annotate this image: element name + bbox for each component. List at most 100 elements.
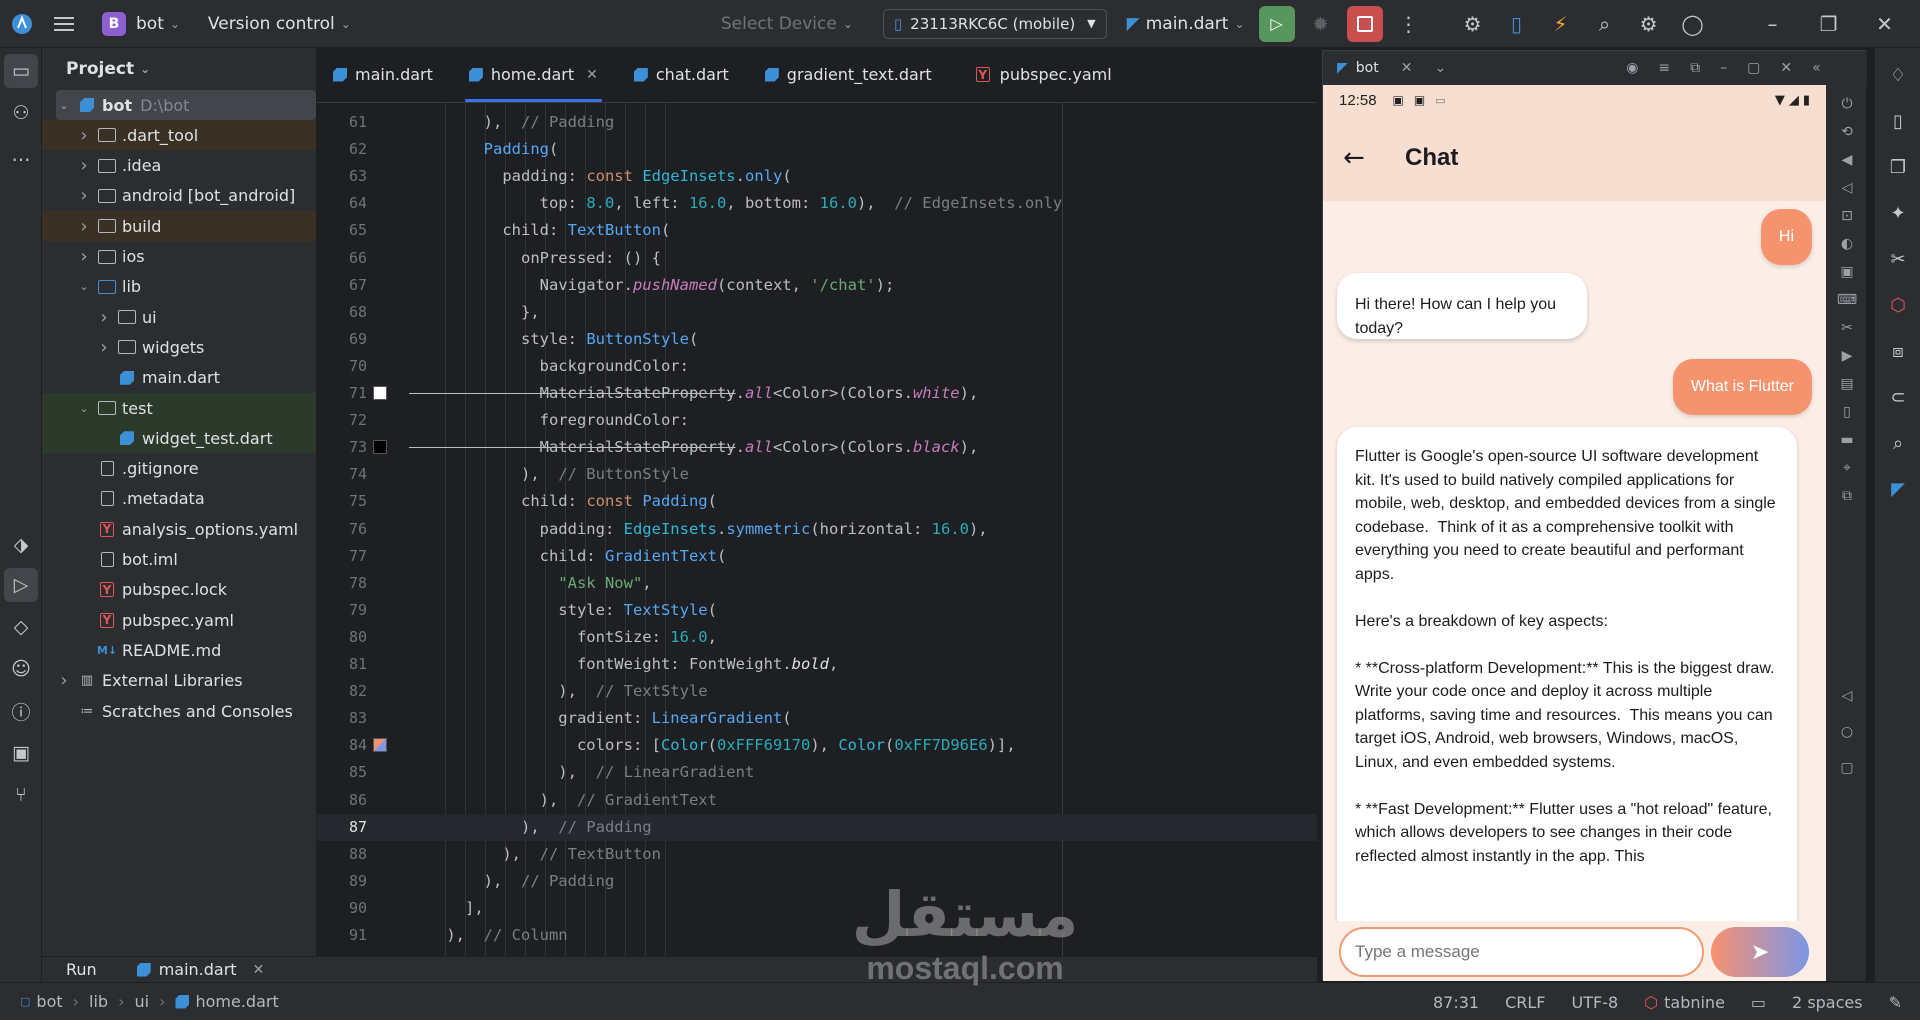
files-icon[interactable]: ▤ (1836, 373, 1858, 395)
volume-up-icon[interactable]: ◀ (1836, 149, 1858, 171)
tree-item[interactable]: .metadata (42, 484, 316, 514)
tree-item[interactable]: › .idea (42, 151, 316, 181)
select-device-menu[interactable]: Select Device ⌄ (711, 0, 863, 48)
code-line[interactable]: foregroundColor: (409, 407, 1317, 434)
code-line[interactable]: ), // TextButton (409, 841, 1317, 868)
code-line[interactable]: }, (409, 299, 1317, 326)
app-logo-icon[interactable] (0, 0, 44, 48)
minimize-icon[interactable]: – (1751, 0, 1795, 48)
indent-setting[interactable]: 2 spaces (1792, 993, 1863, 1012)
back-arrow-icon[interactable]: ← (1343, 143, 1373, 173)
video-icon[interactable]: ▶ (1836, 345, 1858, 367)
code-line[interactable]: "Ask Now", (409, 570, 1317, 597)
device-tab-label[interactable]: bot (1356, 60, 1379, 76)
code-area[interactable]: ), // Padding Padding( padding: const Ed… (409, 103, 1317, 982)
phone-frame-icon[interactable]: ▯ (1836, 401, 1858, 423)
project-folder-icon[interactable]: ▭ (4, 54, 38, 88)
panel-minimize-icon[interactable]: – (1720, 60, 1727, 76)
editor-tab[interactable]: gradient_text.dart (747, 48, 950, 102)
code-line[interactable]: Navigator.pushNamed(context, '/chat'); (409, 272, 1317, 299)
code-line[interactable]: child: GradientText( (409, 543, 1317, 570)
inspect-icon[interactable]: ⌕ (1883, 428, 1913, 458)
project-panel-header[interactable]: Project ⌄ (42, 48, 316, 90)
expand-right-icon[interactable]: › (76, 246, 92, 267)
device-manager-icon[interactable]: ▯ (1495, 0, 1539, 48)
chevron-down-icon[interactable]: ⌄ (1434, 60, 1446, 76)
tree-item[interactable]: Yanalysis_options.yaml (42, 514, 316, 544)
project-switcher[interactable]: B bot ⌄ (92, 0, 190, 48)
copy-icon[interactable]: ❐ (1883, 152, 1913, 182)
problems-icon[interactable]: ⓘ (4, 694, 38, 728)
stop-button[interactable] (1346, 5, 1383, 42)
breadcrumb-item[interactable]: lib (89, 992, 108, 1011)
emulator-icon[interactable]: ⧈ (1883, 336, 1913, 366)
code-line[interactable]: fontWeight: FontWeight.bold, (409, 651, 1317, 678)
panel-maximize-icon[interactable]: ▢ (1747, 60, 1760, 76)
tree-item[interactable]: › .dart_tool (42, 120, 316, 151)
options-icon[interactable]: ≡ (1658, 60, 1670, 76)
tree-item[interactable]: main.dart (42, 363, 316, 393)
code-line[interactable]: padding: EdgeInsets.symmetric(horizontal… (409, 516, 1317, 543)
run-config-tab[interactable]: main.dart (159, 960, 237, 979)
code-line[interactable]: ), // Padding (409, 109, 1317, 136)
color-swatch[interactable] (373, 386, 387, 400)
expand-right-icon[interactable]: › (96, 307, 112, 328)
tree-item[interactable]: › ▥ External Libraries (42, 666, 316, 696)
lock-icon[interactable]: ✎ (1889, 993, 1902, 1012)
phone-screen[interactable]: 12:58 ▣ ▣ ▭ ▼ ◢ ▮ ← Chat Hi Hi there! How… (1323, 85, 1826, 981)
tree-item[interactable]: › widgets (42, 332, 316, 362)
account-icon[interactable]: ◯ (1671, 0, 1715, 48)
tree-item[interactable]: › ios (42, 242, 316, 272)
tabnine-status[interactable]: ⬡ tabnine (1644, 993, 1725, 1012)
run-label[interactable]: Run (66, 960, 97, 979)
device-file-icon[interactable]: ▯ (1883, 106, 1913, 136)
tree-item[interactable]: › ui (42, 302, 316, 332)
close-tab-icon[interactable]: ✕ (1401, 60, 1413, 76)
code-line[interactable]: child: const Padding( (409, 488, 1317, 515)
code-line[interactable]: top: 8.0, left: 16.0, bottom: 16.0), // … (409, 190, 1317, 217)
tools-icon[interactable]: ✂ (1883, 244, 1913, 274)
message-input[interactable] (1339, 927, 1704, 977)
camera-icon[interactable]: ▣ (1836, 261, 1858, 283)
run-config-selector[interactable]: ◤ main.dart ⌄ (1117, 0, 1255, 48)
keyboard-toggle-icon[interactable]: ⌨ (1836, 289, 1858, 311)
code-line[interactable]: colors: [Color(0xFFF69170), Color(0xFF7D… (409, 732, 1317, 759)
resource-manager-icon[interactable]: ⬗ (4, 528, 38, 562)
editor-tab[interactable]: chat.dart (616, 48, 747, 102)
folder-icon[interactable]: ▬ (1836, 429, 1858, 451)
tree-item[interactable]: widget_test.dart (42, 423, 316, 454)
code-line[interactable]: ), // LinearGradient (409, 759, 1317, 786)
code-line[interactable]: MaterialStateProperty.all<Color>(Colors.… (409, 434, 1317, 461)
breadcrumb-item[interactable]: home.dart (195, 992, 278, 1011)
line-separator[interactable]: CRLF (1505, 993, 1545, 1012)
caret-position[interactable]: 87:31 (1433, 993, 1479, 1012)
bug-settings-icon[interactable]: ⚙ (1451, 0, 1495, 48)
location-icon[interactable]: ⌖ (1836, 457, 1858, 479)
editor-tab[interactable]: Ypubspec.yaml (958, 48, 1130, 102)
code-line[interactable]: style: ButtonStyle( (409, 326, 1317, 353)
tree-item[interactable]: ⌄ lib (42, 272, 316, 302)
snapshot-icon[interactable]: ⧉ (1836, 485, 1858, 507)
more-horizontal-icon[interactable]: … (4, 138, 38, 172)
close-run-tab-icon[interactable]: ✕ (253, 962, 265, 978)
editor-tab[interactable]: home.dart ✕ (451, 48, 616, 102)
device-selector[interactable]: ▯ 23113RKC6C (mobile) ▼ (882, 8, 1107, 39)
expand-right-icon[interactable]: › (76, 216, 92, 237)
send-button[interactable]: ➤ (1711, 927, 1809, 977)
tree-item[interactable]: bot.iml (42, 545, 316, 575)
run-tool-icon[interactable]: ▷ (4, 568, 38, 602)
expand-right-icon[interactable]: › (76, 155, 92, 176)
rotate-icon[interactable]: ⟲ (1836, 121, 1858, 143)
expand-right-icon[interactable]: › (76, 125, 92, 146)
code-line[interactable]: Padding( (409, 136, 1317, 163)
code-line[interactable]: MaterialStateProperty.all<Color>(Colors.… (409, 380, 1317, 407)
code-line[interactable]: padding: const EdgeInsets.only( (409, 163, 1317, 190)
tree-item[interactable]: › build (42, 211, 316, 242)
debug-icon[interactable]: ✹ (1299, 0, 1343, 48)
gem-icon[interactable]: ◇ (4, 610, 38, 644)
link-icon[interactable]: ⊂ (1883, 382, 1913, 412)
screenshot-icon[interactable]: ◉ (1626, 60, 1638, 76)
record-icon[interactable]: ◐ (1836, 233, 1858, 255)
close-tab-icon[interactable]: ✕ (586, 67, 598, 83)
close-window-icon[interactable]: ✕ (1863, 0, 1907, 48)
